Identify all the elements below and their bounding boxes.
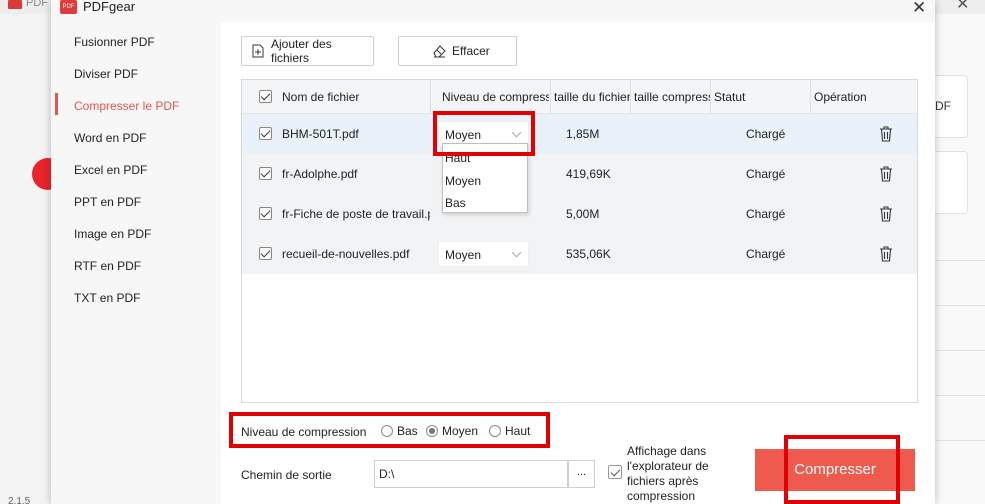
sidebar-active-marker: [55, 93, 58, 115]
file-status: Chargé: [746, 167, 786, 181]
sidebar-item-rtf[interactable]: RTF en PDF: [74, 259, 141, 273]
sidebar-item-split[interactable]: Diviser PDF: [74, 67, 138, 81]
sidebar-item-merge[interactable]: Fusionner PDF: [74, 35, 155, 49]
sidebar: Fusionner PDF Diviser PDF Compresser le …: [51, 22, 221, 504]
open-explorer-label: Affichage dans l'explorateur de fichiers…: [627, 444, 709, 503]
compress-dialog: PDF PDFgear ✕ Fusionner PDF Diviser PDF …: [51, 0, 935, 504]
background-app-logo-icon: [8, 0, 22, 9]
trash-icon[interactable]: [879, 125, 893, 143]
column-separator: [550, 80, 551, 114]
add-files-button[interactable]: Ajouter des fichiers: [241, 36, 374, 66]
clear-label: Effacer: [452, 44, 490, 58]
dialog-titlebar: PDF PDFgear ✕: [51, 0, 935, 22]
dropdown-option-high[interactable]: Haut: [445, 151, 470, 165]
radio-medium-label: Moyen: [442, 424, 479, 438]
pdfgear-logo-icon: PDF: [60, 0, 77, 14]
trash-icon[interactable]: [879, 245, 893, 263]
column-separator: [710, 80, 711, 114]
sidebar-item-excel[interactable]: Excel en PDF: [74, 163, 147, 177]
compression-level-dropdown: Haut Moyen Bas: [442, 143, 528, 213]
radio-high[interactable]: [489, 425, 501, 437]
eraser-icon: [433, 45, 446, 58]
add-files-label: Ajouter des fichiers: [271, 37, 332, 65]
output-path-input[interactable]: [374, 460, 568, 488]
file-status: Chargé: [746, 247, 786, 261]
file-size: 535,06K: [566, 247, 611, 261]
output-path-label: Chemin de sortie: [241, 468, 332, 482]
radio-low[interactable]: [381, 425, 393, 437]
file-size: 1,85M: [566, 127, 600, 141]
dialog-title: PDFgear: [83, 0, 136, 14]
column-header-size: taille du fichier: [554, 90, 630, 104]
trash-icon[interactable]: [879, 165, 893, 183]
compression-level-label: Niveau de compression: [241, 425, 367, 439]
radio-medium[interactable]: [426, 425, 438, 437]
chevron-down-icon: [511, 127, 522, 138]
background-divider: [935, 350, 985, 351]
radio-high-label: Haut: [505, 424, 531, 438]
column-header-status: Statut: [714, 90, 746, 104]
background-card-text: DF: [935, 99, 951, 113]
sidebar-item-ppt[interactable]: PPT en PDF: [74, 195, 141, 209]
select-all-checkbox[interactable]: [259, 90, 272, 103]
file-size: 5,00M: [566, 207, 600, 221]
open-explorer-checkbox[interactable]: [608, 465, 622, 479]
add-file-icon: [252, 44, 264, 58]
background-close-icon[interactable]: ✕: [956, 0, 969, 14]
row-checkbox[interactable]: [259, 167, 272, 180]
main-panel: Ajouter des fichiers Effacer Nom de fich…: [221, 22, 935, 504]
background-divider: [935, 395, 985, 396]
radio-low-label: Bas: [397, 424, 418, 438]
background-title: PDF: [26, 0, 48, 9]
row-checkbox[interactable]: [259, 247, 272, 260]
chevron-down-icon: [511, 247, 522, 258]
background-divider: [935, 260, 985, 261]
clear-button[interactable]: Effacer: [398, 36, 517, 66]
file-name: fr-Adolphe.pdf: [282, 167, 358, 181]
table-row[interactable]: recueil-de-nouvelles.pdf Moyen 535,06K C…: [242, 234, 917, 274]
select-value: Moyen: [445, 128, 482, 142]
table-row[interactable]: fr-Adolphe.pdf 419,69K Chargé: [242, 154, 917, 194]
file-size: 419,69K: [566, 167, 611, 181]
compression-level-select[interactable]: Moyen: [438, 241, 529, 267]
browse-button[interactable]: ...: [568, 460, 595, 488]
compress-button[interactable]: Compresser: [755, 449, 915, 491]
sidebar-item-compress[interactable]: Compresser le PDF: [74, 99, 179, 113]
table-header: Nom de fichier Niveau de compression tai…: [242, 80, 917, 114]
file-status: Chargé: [746, 127, 786, 141]
table-row[interactable]: BHM-501T.pdf Moyen 1,85M Chargé: [242, 114, 917, 154]
background-divider: [935, 305, 985, 306]
dropdown-option-low[interactable]: Bas: [445, 196, 466, 210]
file-status: Chargé: [746, 207, 786, 221]
column-header-compressed-size: taille compressée: [634, 90, 710, 104]
column-separator: [630, 80, 631, 114]
background-divider: [935, 440, 985, 441]
sidebar-item-word[interactable]: Word en PDF: [74, 131, 146, 145]
file-table: Nom de fichier Niveau de compression tai…: [241, 79, 918, 403]
table-row[interactable]: fr-Fiche de poste de travail.pdf 5,00M C…: [242, 194, 917, 234]
column-header-level: Niveau de compression: [442, 90, 549, 104]
column-header-operation: Opération: [814, 90, 867, 104]
column-header-name: Nom de fichier: [282, 90, 360, 104]
select-value: Moyen: [445, 248, 482, 262]
file-name: BHM-501T.pdf: [282, 127, 359, 141]
dropdown-option-medium[interactable]: Moyen: [445, 174, 481, 188]
column-separator: [810, 80, 811, 114]
background-version: 2.1.5: [8, 496, 31, 504]
row-checkbox[interactable]: [259, 207, 272, 220]
close-icon[interactable]: ✕: [912, 0, 926, 18]
file-name: fr-Fiche de poste de travail.pdf: [282, 207, 430, 221]
sidebar-item-txt[interactable]: TXT en PDF: [74, 291, 140, 305]
file-name: recueil-de-nouvelles.pdf: [282, 247, 410, 261]
column-separator: [430, 80, 431, 114]
sidebar-item-image[interactable]: Image en PDF: [74, 227, 151, 241]
trash-icon[interactable]: [879, 205, 893, 223]
row-checkbox[interactable]: [259, 127, 272, 140]
background-card[interactable]: [930, 151, 968, 214]
